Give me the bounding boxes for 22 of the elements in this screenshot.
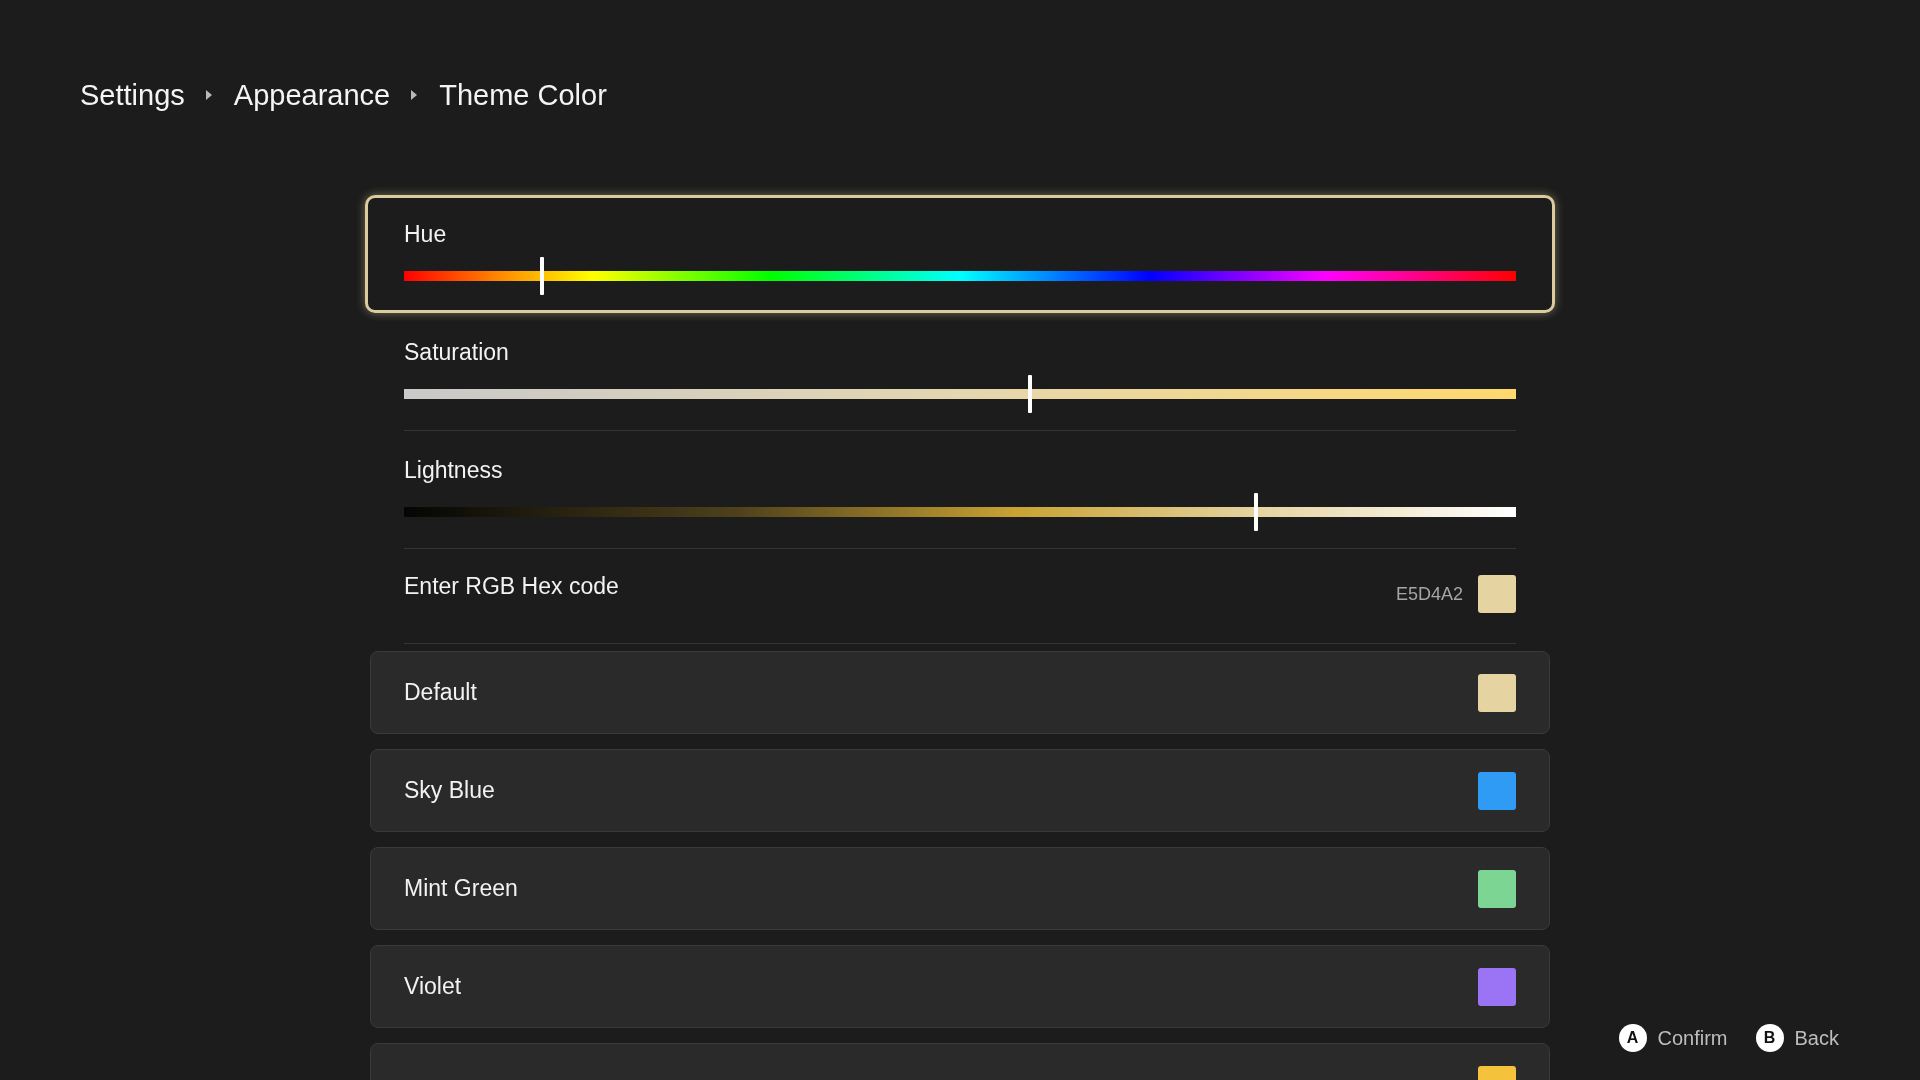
- slider-setting[interactable]: Hue: [365, 195, 1555, 313]
- gamepad-key-glyph: B: [1755, 1024, 1784, 1052]
- hint-label: Confirm: [1657, 1026, 1728, 1051]
- preset-option[interactable]: Violet: [370, 945, 1550, 1028]
- hint-label: Back: [1794, 1026, 1839, 1051]
- slider-thumb[interactable]: [539, 257, 544, 295]
- caret-right-icon: [411, 90, 418, 100]
- slider-thumb[interactable]: [1028, 375, 1033, 413]
- preset-option[interactable]: Sky Blue: [370, 749, 1550, 832]
- breadcrumb-item: Settings: [80, 78, 185, 113]
- hex-value: E5D4A2: [1395, 583, 1463, 605]
- hex-code-option[interactable]: Enter RGB Hex code E5D4A2: [404, 549, 1516, 644]
- breadcrumb-item: Appearance: [233, 78, 391, 113]
- preset-option[interactable]: Default: [370, 651, 1550, 734]
- caret-right-icon: [205, 90, 212, 100]
- breadcrumb-item: Theme Color: [439, 78, 607, 113]
- slider-label: Hue: [404, 220, 448, 249]
- slider-label: Lightness: [404, 456, 504, 485]
- gamepad-key-glyph: A: [1618, 1024, 1647, 1052]
- slider-thumb[interactable]: [1253, 493, 1258, 531]
- slider-label: Saturation: [404, 338, 510, 367]
- preset-option[interactable]: Mint Green: [370, 847, 1550, 930]
